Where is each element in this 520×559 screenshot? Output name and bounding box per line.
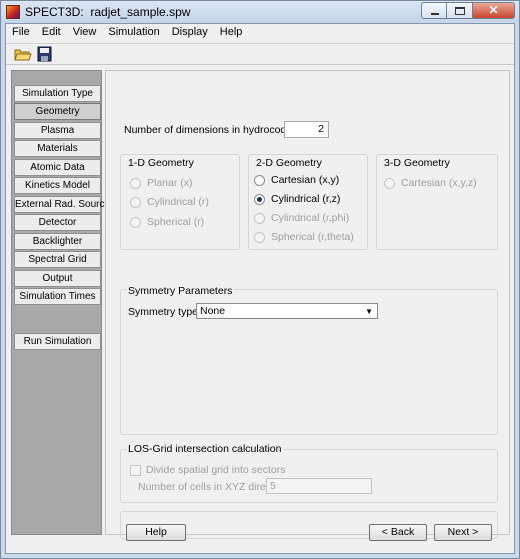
close-icon: ✕ [488,3,499,17]
radio-indicator [130,216,141,228]
radio-label: Cartesian (x,y) [271,174,340,186]
radio-label: Planar (x) [147,177,193,189]
los-group [120,449,498,503]
radio-indicator [384,177,395,189]
minimize-icon [431,13,439,15]
geometry-panel: Number of dimensions in hydrocode file: … [105,70,510,541]
geometry-2d-title: 2-D Geometry [256,157,322,169]
radio-label: Cylindrical (r,phi) [271,212,350,224]
back-button[interactable]: < Back [369,524,427,541]
maximize-icon [455,7,465,15]
menu-help[interactable]: Help [214,24,249,42]
symmetry-type-select[interactable]: None ▼ [196,303,378,319]
sidebar-item-backlighter[interactable]: Backlighter [14,233,101,250]
checkbox-label: Divide spatial grid into sectors [146,464,286,476]
symmetry-type-label: Symmetry type: [128,306,201,318]
divide-sectors-checkbox[interactable]: Divide spatial grid into sectors [130,464,285,476]
toolbar [6,43,514,65]
window-controls: ✕ [421,2,515,19]
radio-cylindrical-rz[interactable]: Cylindrical (r,z) [254,193,340,205]
los-title: LOS-Grid intersection calculation [126,443,284,455]
radio-label: Cylindrical (r) [147,196,209,208]
window-title: SPECT3D: radjet_sample.spw [25,5,190,19]
radio-indicator [254,231,265,243]
minimize-button[interactable] [421,2,447,19]
radio-indicator [254,212,265,224]
sidebar-item-simulation-type[interactable]: Simulation Type [14,85,101,102]
radio-cartesian-xy[interactable]: Cartesian (x,y) [254,174,339,186]
sidebar-item-geometry[interactable]: Geometry [14,103,101,120]
radio-label: Cylindrical (r,z) [271,193,341,205]
radio-spherical-rtheta[interactable]: Spherical (r,theta) [254,231,354,243]
sidebar-item-detector[interactable]: Detector [14,214,101,231]
geometry-1d-title: 1-D Geometry [128,157,194,169]
sidebar-item-atomic-data[interactable]: Atomic Data [14,159,101,176]
run-simulation-button[interactable]: Run Simulation [14,333,101,350]
menu-simulation[interactable]: Simulation [102,24,165,42]
radio-cylindrical-rphi[interactable]: Cylindrical (r,phi) [254,212,349,224]
folder-open-icon[interactable] [14,46,32,63]
menu-bar: File Edit View Simulation Display Help [6,24,514,42]
sidebar-item-materials[interactable]: Materials [14,140,101,157]
radio-indicator [254,193,265,205]
sidebar-item-plasma[interactable]: Plasma [14,122,101,139]
radio-label: Cartesian (x,y,z) [401,177,477,189]
dimensions-input[interactable]: 2 [284,121,329,138]
next-button[interactable]: Next > [434,524,492,541]
radio-planar-x[interactable]: Planar (x) [130,177,193,189]
radio-cartesian-xyz[interactable]: Cartesian (x,y,z) [384,177,477,189]
checkbox-indicator [130,464,141,476]
geometry-3d-title: 3-D Geometry [384,157,450,169]
menu-file[interactable]: File [6,24,36,42]
navigation-sidebar: Simulation Type Geometry Plasma Material… [11,70,110,535]
sidebar-item-spectral-grid[interactable]: Spectral Grid [14,251,101,268]
maximize-button[interactable] [447,2,473,19]
spect3d-app-icon [6,5,20,19]
floppy-disk-icon[interactable] [36,46,54,63]
app-window: SPECT3D: radjet_sample.spw ✕ File Edit V… [0,0,520,559]
sidebar-item-output[interactable]: Output [14,270,101,287]
symmetry-title: Symmetry Parameters [126,285,235,297]
radio-label: Spherical (r,theta) [271,231,354,243]
file-name: radjet_sample.spw [90,5,191,19]
client-area: File Edit View Simulation Display Help S… [5,23,515,554]
radio-label: Spherical (r) [147,216,205,228]
chevron-down-icon: ▼ [365,307,373,316]
sidebar-item-simulation-times[interactable]: Simulation Times [14,288,101,305]
symmetry-type-value: None [200,305,226,317]
menu-edit[interactable]: Edit [36,24,67,42]
menu-display[interactable]: Display [166,24,214,42]
radio-indicator [254,174,265,186]
radio-indicator [130,196,141,208]
menu-view[interactable]: View [67,24,103,42]
radio-indicator [130,177,141,189]
cells-xyz-input[interactable]: 5 [266,478,372,494]
sidebar-item-kinetics-model[interactable]: Kinetics Model [14,177,101,194]
sidebar-item-external-rad-source[interactable]: External Rad. Source [14,196,110,213]
help-button[interactable]: Help [126,524,186,541]
radio-spherical-r[interactable]: Spherical (r) [130,216,204,228]
radio-cylindrical-r[interactable]: Cylindrical (r) [130,196,209,208]
app-name: SPECT3D: [25,5,84,19]
title-bar[interactable]: SPECT3D: radjet_sample.spw ✕ [1,1,519,23]
close-button[interactable]: ✕ [473,2,515,19]
